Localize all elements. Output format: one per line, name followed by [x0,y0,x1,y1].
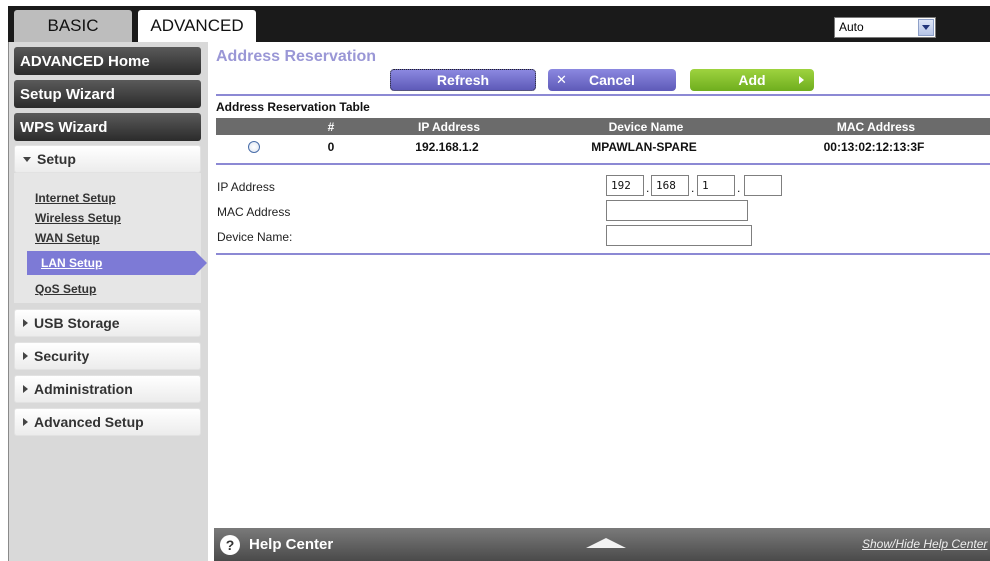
ip-octet-1-field[interactable]: 192 [606,175,644,196]
language-select[interactable]: Auto [834,17,936,38]
cell-device: MPAWLAN-SPARE [591,140,697,154]
ip-address-label: IP Address [217,180,275,194]
sidebar-link-lan-setup[interactable]: LAN Setup [27,251,207,275]
column-header-device: Device Name [608,120,684,134]
cell-index: 0 [327,140,335,154]
expanded-arrow-icon [23,156,31,162]
sidebar-link-label: LAN Setup [41,256,103,270]
cell-ip: 192.168.1.2 [415,140,479,154]
sidebar-item-label: USB Storage [34,315,120,331]
mac-address-field[interactable] [606,200,748,221]
sidebar-item-advanced-home[interactable]: ADVANCED Home [14,47,201,75]
sidebar-item-setup-wizard[interactable]: Setup Wizard [14,80,201,108]
sidebar-item-label: Setup [37,151,76,167]
sidebar-link-qos-setup[interactable]: QoS Setup [35,282,96,296]
divider [216,163,990,165]
column-header-ip: IP Address [417,120,481,134]
sidebar-item-setup[interactable]: Setup [14,145,201,173]
device-name-field[interactable] [606,225,752,246]
help-center-title: Help Center [249,536,334,553]
page-title: Address Reservation [216,48,377,65]
table-title: Address Reservation Table [216,100,370,114]
ip-octet-4-field[interactable] [744,175,782,196]
ip-octet-2-field[interactable]: 168 [651,175,689,196]
sidebar-item-label: Administration [34,381,133,397]
top-bar: BASIC ADVANCED Auto [0,0,990,42]
ip-dot: . [646,181,650,195]
ip-dot: . [737,181,741,195]
tab-basic[interactable]: BASIC [14,10,132,42]
arrow-right-icon [799,76,804,84]
ip-dot: . [691,181,695,195]
device-name-label: Device Name: [217,230,293,244]
divider [216,253,990,255]
main-content: Address Reservation Refresh ✕ Cancel Add… [214,42,990,528]
sidebar-item-advanced-setup[interactable]: Advanced Setup [14,408,201,436]
chevron-down-icon[interactable] [918,19,934,36]
sidebar-item-administration[interactable]: Administration [14,375,201,403]
sidebar-link-internet-setup[interactable]: Internet Setup [35,191,116,205]
sidebar: ADVANCED Home Setup Wizard WPS Wizard Se… [8,42,208,561]
cancel-button[interactable]: ✕ Cancel [548,69,676,91]
collapsed-arrow-icon [23,418,28,426]
close-icon: ✕ [556,72,567,87]
show-hide-help-link[interactable]: Show/Hide Help Center [862,537,987,551]
sidebar-item-label: Advanced Setup [34,414,144,430]
collapsed-arrow-icon [23,385,28,393]
table-header: # IP Address Device Name MAC Address [216,118,990,135]
collapsed-arrow-icon [23,352,28,360]
divider [216,94,990,96]
ip-octet-3-field[interactable]: 1 [697,175,735,196]
refresh-button[interactable]: Refresh [390,69,536,91]
column-header-index: # [327,120,335,134]
cancel-button-label: Cancel [589,72,635,88]
sidebar-link-wan-setup[interactable]: WAN Setup [35,231,100,245]
row-select-radio[interactable] [248,141,260,153]
collapsed-arrow-icon [23,319,28,327]
help-icon[interactable]: ? [220,535,240,555]
sidebar-item-wps-wizard[interactable]: WPS Wizard [14,113,201,141]
refresh-button-label: Refresh [436,72,490,88]
add-button[interactable]: Add [690,69,814,91]
expand-up-icon[interactable] [586,538,626,548]
add-button-label: Add [738,72,766,88]
column-header-mac: MAC Address [836,120,916,134]
cell-mac: 00:13:02:12:13:3F [823,140,925,154]
tab-advanced[interactable]: ADVANCED [138,10,256,42]
language-select-value: Auto [839,20,864,34]
sidebar-item-usb-storage[interactable]: USB Storage [14,309,201,337]
help-center-bar: ? Help Center Show/Hide Help Center [214,528,990,561]
sidebar-link-wireless-setup[interactable]: Wireless Setup [35,211,121,225]
sidebar-item-security[interactable]: Security [14,342,201,370]
mac-address-label: MAC Address [217,205,291,219]
sidebar-item-label: Security [34,348,90,364]
